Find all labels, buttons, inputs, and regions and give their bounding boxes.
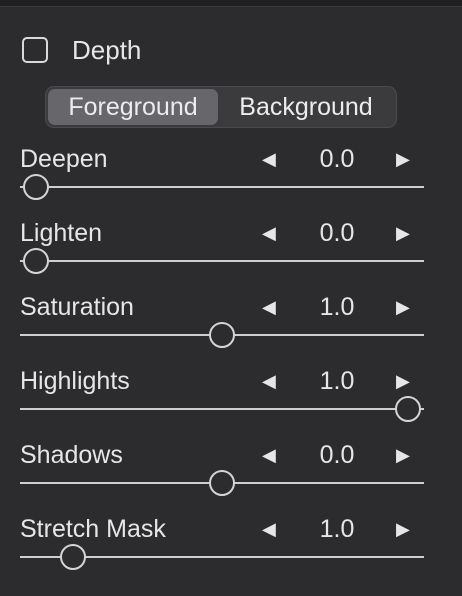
decrement-arrow-icon[interactable]: ◀ [262, 147, 276, 171]
slider-row-deepen: Deepen ◀ 0.0 ▶ [0, 144, 462, 204]
slider-label: Deepen [20, 145, 108, 173]
decrement-arrow-icon[interactable]: ◀ [262, 295, 276, 319]
slider-row-shadows: Shadows ◀ 0.0 ▶ [0, 440, 462, 500]
slider-thumb[interactable] [209, 322, 235, 348]
shadows-slider[interactable] [20, 470, 424, 496]
highlights-slider[interactable] [20, 396, 424, 422]
increment-arrow-icon[interactable]: ▶ [396, 295, 410, 319]
slider-value[interactable]: 0.0 [306, 218, 368, 248]
slider-thumb[interactable] [59, 544, 86, 570]
increment-arrow-icon[interactable]: ▶ [396, 369, 410, 393]
top-bar [0, 0, 462, 7]
increment-arrow-icon[interactable]: ▶ [396, 517, 410, 541]
slider-value[interactable]: 1.0 [306, 292, 368, 322]
slider-thumb[interactable] [209, 470, 235, 496]
slider-value[interactable]: 0.0 [306, 440, 368, 470]
slider-track [20, 186, 424, 188]
depth-label: Depth [72, 34, 142, 65]
depth-panel: Depth Foreground Background Deepen ◀ 0.0… [0, 7, 462, 596]
slider-label: Stretch Mask [20, 515, 166, 543]
decrement-arrow-icon[interactable]: ◀ [262, 221, 276, 245]
slider-row-highlights: Highlights ◀ 1.0 ▶ [0, 366, 462, 426]
slider-row-stretch-mask: Stretch Mask ◀ 1.0 ▶ [0, 514, 462, 574]
depth-toggle[interactable]: Depth [22, 35, 141, 65]
saturation-slider[interactable] [20, 322, 424, 348]
tab-foreground[interactable]: Foreground [48, 89, 218, 125]
stretch-mask-slider[interactable] [20, 544, 424, 570]
slider-row-lighten: Lighten ◀ 0.0 ▶ [0, 218, 462, 278]
decrement-arrow-icon[interactable]: ◀ [262, 443, 276, 467]
slider-track [20, 408, 424, 410]
deepen-slider[interactable] [20, 174, 424, 200]
slider-thumb[interactable] [394, 396, 421, 422]
slider-thumb[interactable] [23, 248, 50, 274]
slider-label: Shadows [20, 441, 123, 469]
increment-arrow-icon[interactable]: ▶ [396, 443, 410, 467]
slider-track [20, 260, 424, 262]
decrement-arrow-icon[interactable]: ◀ [262, 369, 276, 393]
foreground-background-segmented-control: Foreground Background [45, 86, 397, 128]
increment-arrow-icon[interactable]: ▶ [396, 221, 410, 245]
slider-thumb[interactable] [23, 174, 50, 200]
slider-label: Lighten [20, 219, 103, 247]
slider-label: Saturation [20, 293, 134, 321]
increment-arrow-icon[interactable]: ▶ [396, 147, 410, 171]
slider-value[interactable]: 1.0 [306, 514, 368, 544]
tab-background[interactable]: Background [218, 89, 394, 125]
slider-value[interactable]: 0.0 [306, 144, 368, 174]
depth-checkbox[interactable] [22, 37, 48, 63]
slider-label: Highlights [20, 367, 130, 395]
slider-row-saturation: Saturation ◀ 1.0 ▶ [0, 292, 462, 352]
decrement-arrow-icon[interactable]: ◀ [262, 517, 276, 541]
lighten-slider[interactable] [20, 248, 424, 274]
slider-value[interactable]: 1.0 [306, 366, 368, 396]
